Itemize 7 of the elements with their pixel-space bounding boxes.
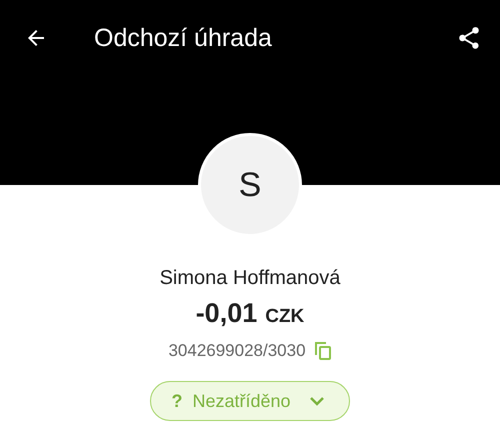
amount: -0,01 <box>196 298 258 329</box>
currency: CZK <box>265 306 304 328</box>
category-dropdown[interactable]: ? Nezatříděno <box>150 381 350 421</box>
account-number: 3042699028/3030 <box>168 341 306 361</box>
caret-icon <box>308 395 325 407</box>
contact-name: Simona Hoffmanová <box>160 267 340 290</box>
screen-title: Odchozí úhrada <box>94 24 273 52</box>
